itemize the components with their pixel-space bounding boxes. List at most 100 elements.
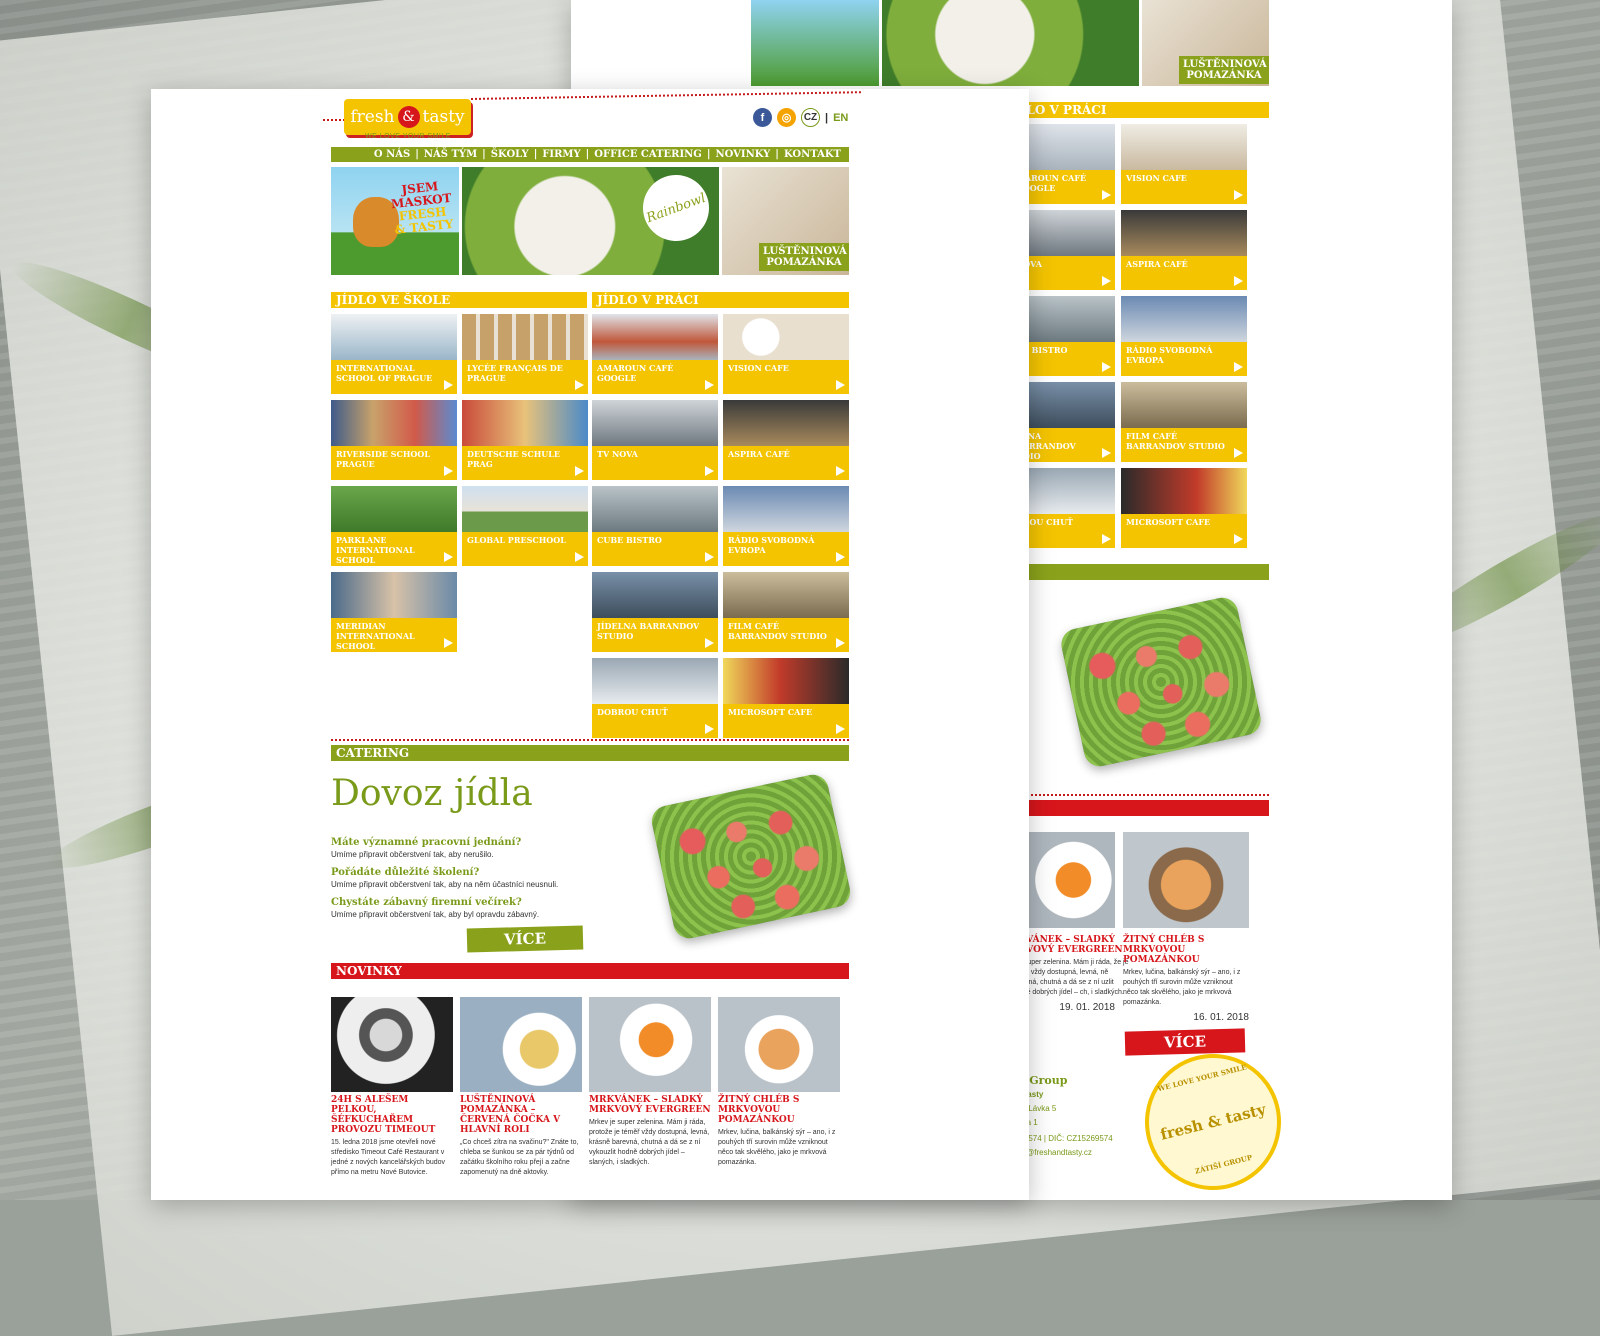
banner-mascot[interactable]: JSEM MASKOT FRESH & TASTY	[331, 167, 459, 275]
work-tile[interactable]: TV NOVA	[592, 400, 718, 480]
arrow-right-icon	[836, 724, 845, 734]
school-tile[interactable]: MERIDIAN INTERNATIONAL SCHOOL	[331, 572, 457, 652]
work-tile[interactable]: JÍDELNA BARRANDOV STUDIO	[592, 572, 718, 652]
school-tile[interactable]: PARKLANE INTERNATIONAL SCHOOL	[331, 486, 457, 566]
nav-item-skoly[interactable]: ŠKOLY	[491, 149, 529, 160]
arrow-right-icon	[836, 638, 845, 648]
catering-answer: Umíme připravit občerstvení tak, aby ner…	[331, 850, 494, 859]
back-banner-spread: LUŠTĚNINOVÁ POMAZÁNKA	[1142, 0, 1269, 86]
nav-item-office-catering[interactable]: OFFICE CATERING	[594, 149, 702, 160]
lang-separator: |	[825, 111, 829, 124]
news-item[interactable]: ŽITNÝ CHLÉB S MRKVOVOU POMAZÁNKOU Mrkev,…	[718, 997, 840, 1178]
instagram-icon[interactable]: ◎	[777, 108, 796, 127]
nav-separator: |	[482, 149, 486, 160]
back-news-item[interactable]: ŽITNÝ CHLÉB S MRKVOVOU POMAZÁNKOU Mrkev, …	[1123, 932, 1249, 1023]
arrow-right-icon	[444, 638, 453, 648]
catering-answer: Umíme připravit občerstvení tak, aby byl…	[331, 910, 540, 919]
logo-tagline: WE LOVE YOUR SMILE	[365, 133, 451, 140]
back-banner-mascot	[751, 0, 879, 86]
nav-separator: |	[415, 149, 419, 160]
lang-en-button[interactable]: EN	[833, 112, 848, 124]
back-catering-heading	[1011, 564, 1269, 580]
nav-separator: |	[706, 149, 711, 160]
back-catering-platter-image	[1058, 594, 1264, 770]
news-item[interactable]: LUŠTĚNINOVÁ POMAZÁNKA – ČERVENÁ ČOČKA V …	[460, 997, 582, 1178]
catering-question: Pořádáte důležité školení?	[331, 867, 480, 878]
news-text: Mrkev je super zelenina. Mám ji ráda, pr…	[589, 1119, 710, 1166]
arrow-right-icon	[575, 466, 584, 476]
news-title[interactable]: LUŠTĚNINOVÁ POMAZÁNKA – ČERVENÁ ČOČKA V …	[460, 1095, 582, 1135]
logo-heart-icon: &	[397, 106, 420, 128]
work-tile[interactable]: FILM CAFÉ BARRANDOV STUDIO	[723, 572, 849, 652]
lang-cz-button[interactable]: CZ	[801, 108, 820, 127]
work-tile[interactable]: RÁDIO SVOBODNÁ EVROPA	[723, 486, 849, 566]
school-tile[interactable]: GLOBAL PRESCHOOL	[462, 486, 588, 566]
school-tile[interactable]: RIVERSIDE SCHOOL PRAGUE	[331, 400, 457, 480]
nav-item-kontakt[interactable]: KONTAKT	[784, 149, 841, 160]
banner-rainbowl[interactable]: Rainbowl	[462, 167, 719, 275]
school-tile[interactable]: LYCÉE FRANÇAIS DE PRAGUE	[462, 314, 588, 394]
catering-more-button[interactable]: VÍCE	[466, 925, 584, 953]
arrow-right-icon	[444, 552, 453, 562]
news-text: 15. ledna 2018 jsme otevřeli nové středi…	[331, 1139, 446, 1176]
arrow-right-icon	[705, 724, 714, 734]
news-image-bread	[718, 997, 840, 1092]
back-work-tile[interactable]: VISION CAFE	[1121, 124, 1247, 204]
rainbowl-badge: Rainbowl	[633, 167, 719, 251]
back-banner-bowl	[882, 0, 1139, 86]
work-tile[interactable]: DOBROU CHUŤ	[592, 658, 718, 738]
banner-spread[interactable]: LUŠTĚNINOVÁ POMAZÁNKA	[722, 167, 849, 275]
work-tile[interactable]: MICROSOFT CAFE	[723, 658, 849, 738]
spread-label: LUŠTĚNINOVÁ POMAZÁNKA	[759, 243, 849, 271]
arrow-right-icon	[705, 552, 714, 562]
news-title[interactable]: 24H S ALEŠEM PELKOU, ŠÉFKUCHAŘEM PROVOZU…	[331, 1095, 453, 1135]
back-work-tile[interactable]: ASPIRA CAFÉ	[1121, 210, 1247, 290]
news-item[interactable]: 24H S ALEŠEM PELKOU, ŠÉFKUCHAŘEM PROVOZU…	[331, 997, 453, 1178]
arrow-right-icon	[836, 466, 845, 476]
footer-ids: 269574 | DIČ: CZ15269574	[1015, 1134, 1113, 1143]
arrow-right-icon	[705, 380, 714, 390]
arrow-right-icon	[444, 466, 453, 476]
main-nav: O NÁS | NÁŠ TÝM | ŠKOLY | FIRMY | OFFICE CAT…	[331, 147, 849, 162]
news-grid: 24H S ALEŠEM PELKOU, ŠÉFKUCHAŘEM PROVOZU…	[331, 997, 840, 1178]
nav-item-o-nas[interactable]: O NÁS	[374, 149, 410, 160]
back-work-heading: DLO V PRÁCI	[1011, 102, 1269, 118]
facebook-icon[interactable]: f	[753, 108, 772, 127]
news-text: Mrkev, lučina, balkánský sýr – ano, i z …	[718, 1129, 836, 1166]
back-work-tile[interactable]: MICROSOFT CAFE	[1121, 468, 1247, 548]
news-title[interactable]: ŽITNÝ CHLÉB S MRKVOVOU POMAZÁNKOU	[718, 1095, 840, 1125]
work-tile[interactable]: ASPIRA CAFÉ	[723, 400, 849, 480]
work-heading: JÍDLO V PRÁCI	[592, 292, 849, 308]
header-icons: f ◎ CZ | EN	[753, 108, 848, 127]
back-more-button[interactable]: VÍCE	[1124, 1028, 1246, 1056]
catering-question: Chystáte zábavný firemní večírek?	[331, 897, 522, 908]
news-title[interactable]: MRKVÁNEK – SLADKÝ MRKVOVÝ EVERGREEN	[589, 1095, 711, 1115]
work-tile[interactable]: AMAROUN CAFÉ GOOGLE	[592, 314, 718, 394]
nav-item-nas-tym[interactable]: NÁŠ TÝM	[424, 149, 477, 160]
logo-text-fresh: fresh	[350, 107, 395, 127]
news-image-chef	[331, 997, 453, 1092]
nav-item-firmy[interactable]: FIRMY	[542, 149, 580, 160]
arrow-right-icon	[705, 466, 714, 476]
catering-question: Máte významné pracovní jednání?	[331, 837, 522, 848]
site-logo[interactable]: fresh & tasty	[344, 99, 471, 135]
front-page: fresh & tasty WE LOVE YOUR SMILE f ◎ CZ …	[151, 89, 1029, 1200]
header-divider-right	[470, 91, 861, 100]
back-work-tile[interactable]: FILM CAFÉ BARRANDOV STUDIO	[1121, 382, 1247, 462]
mascot-caption: JSEM MASKOT FRESH & TASTY	[390, 179, 454, 237]
news-item[interactable]: MRKVÁNEK – SLADKÝ MRKVOVÝ EVERGREEN Mrke…	[589, 997, 711, 1178]
work-tile[interactable]: VISION CAFE	[723, 314, 849, 394]
school-heading: JÍDLO VE ŠKOLE	[331, 292, 587, 308]
school-tile[interactable]: INTERNATIONAL SCHOOL OF PRAGUE	[331, 314, 457, 394]
news-heading: NOVINKY	[331, 963, 849, 979]
nav-separator: |	[533, 149, 538, 160]
school-tile[interactable]: DEUTSCHE SCHULE PRAG	[462, 400, 588, 480]
nav-item-novinky[interactable]: NOVINKY	[715, 149, 770, 160]
back-work-tile[interactable]: RÁDIO SVOBODNÁ EVROPA	[1121, 296, 1247, 376]
section-divider	[331, 739, 849, 741]
arrow-right-icon	[705, 638, 714, 648]
hero-banner: JSEM MASKOT FRESH & TASTY Rainbowl LUŠTĚ…	[331, 167, 849, 275]
work-tile[interactable]: CUBE BISTRO	[592, 486, 718, 566]
news-image-spread	[460, 997, 582, 1092]
news-text: „Co chceš zítra na svačinu?" Znáte to, c…	[460, 1139, 579, 1176]
